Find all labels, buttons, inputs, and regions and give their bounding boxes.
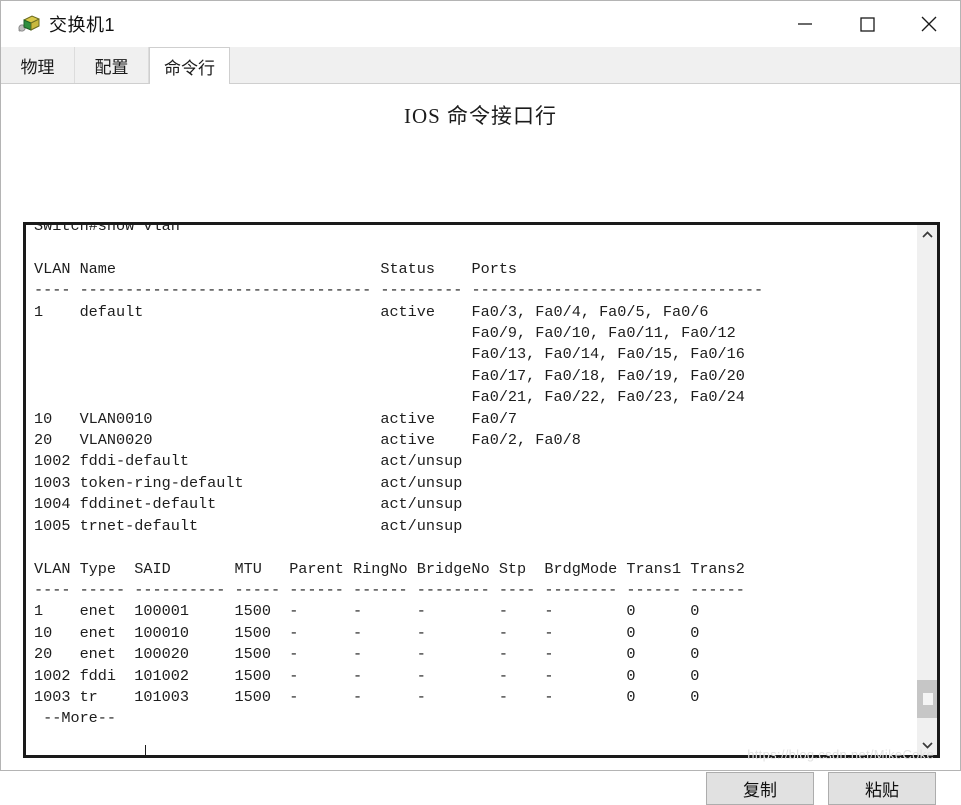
- tab-config[interactable]: 配置: [75, 47, 149, 83]
- minimize-icon: [798, 23, 812, 25]
- maximize-button[interactable]: [836, 1, 898, 47]
- copy-button[interactable]: 复制: [706, 772, 814, 805]
- scrollbar-track[interactable]: [916, 245, 937, 735]
- terminal-scrollbar[interactable]: [916, 225, 937, 755]
- scroll-up-button[interactable]: [916, 225, 937, 245]
- title-bar: 交换机1: [1, 1, 960, 47]
- tab-strip: 物理 配置 命令行: [1, 47, 960, 84]
- switch-device-icon: [15, 11, 41, 37]
- paste-button[interactable]: 粘贴: [828, 772, 936, 805]
- tab-cli[interactable]: 命令行: [149, 47, 230, 84]
- window-controls: [774, 1, 960, 47]
- maximize-icon: [860, 17, 875, 32]
- tab-physical[interactable]: 物理: [1, 47, 75, 83]
- close-icon: [921, 16, 937, 32]
- watermark: https://blog.csdn.net/MikeCoke: [747, 747, 934, 762]
- terminal-frame: Switch#show vlan VLAN Name Status Ports …: [23, 222, 940, 758]
- switch-device-window: 交换机1 物理 配置 命令行 IOS 命令接口行 Switch#show vla…: [0, 0, 961, 805]
- terminal-text: Switch#show vlan VLAN Name Status Ports …: [34, 225, 764, 728]
- window-title: 交换机1: [49, 15, 116, 35]
- cli-panel: IOS 命令接口行 Switch#show vlan VLAN Name Sta…: [1, 84, 960, 805]
- close-button[interactable]: [898, 1, 960, 47]
- minimize-button[interactable]: [774, 1, 836, 47]
- terminal-output[interactable]: Switch#show vlan VLAN Name Status Ports …: [26, 225, 916, 755]
- scrollbar-thumb[interactable]: [916, 680, 937, 718]
- footer-buttons: 复制 粘贴: [706, 772, 936, 805]
- chevron-up-icon: [921, 231, 933, 238]
- text-cursor: [145, 745, 146, 755]
- panel-title: IOS 命令接口行: [403, 104, 558, 128]
